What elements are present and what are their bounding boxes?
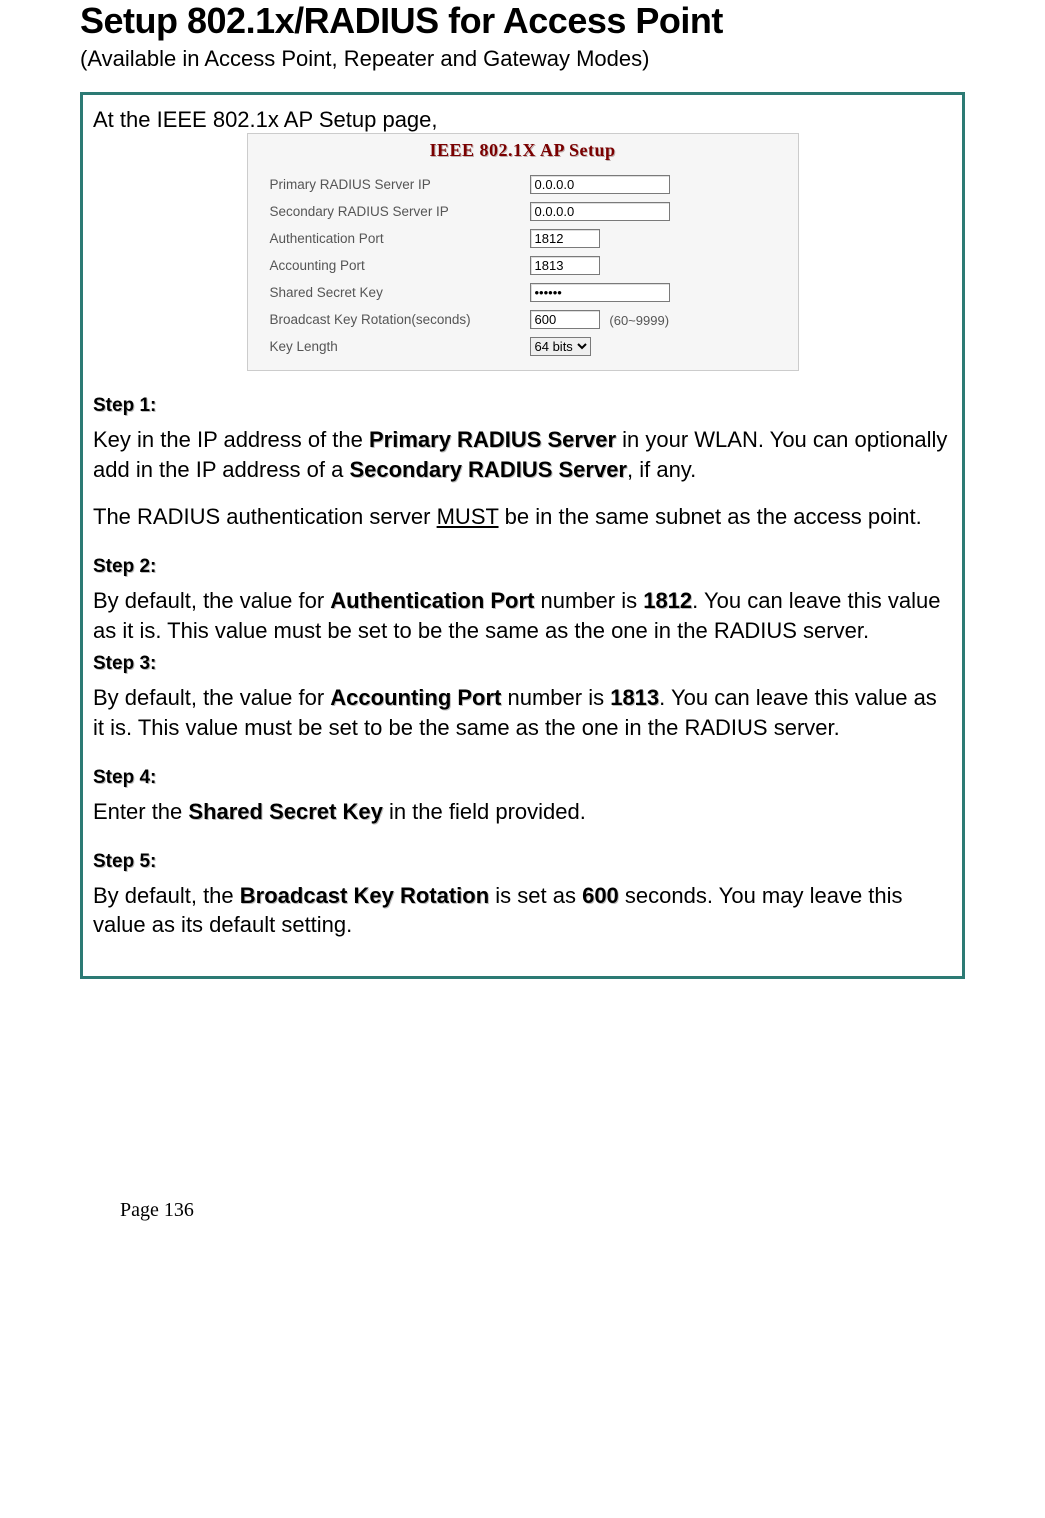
- row-secret-key: Shared Secret Key: [258, 279, 788, 306]
- step-1-label: Step 1:: [93, 395, 952, 417]
- step-2-bold-authport: Authentication Port: [330, 588, 534, 613]
- step-1-bold-secondary: Secondary RADIUS Server: [349, 457, 627, 482]
- step-2-label: Step 2:: [93, 556, 952, 578]
- row-acct-port: Accounting Port: [258, 252, 788, 279]
- step-5-text-b: is set as: [489, 883, 582, 908]
- step-3-text-b: number is: [501, 685, 610, 710]
- row-primary-radius: Primary RADIUS Server IP: [258, 171, 788, 198]
- step-4-label: Step 4:: [93, 767, 952, 789]
- step-1-text-c: , if any.: [627, 457, 696, 482]
- step-4-body: Enter the Shared Secret Key in the field…: [93, 797, 952, 827]
- step-1-bold-primary: Primary RADIUS Server: [369, 427, 616, 452]
- step-1-body: Key in the IP address of the Primary RAD…: [93, 425, 952, 484]
- ap-setup-title: IEEE 802.1X AP Setup: [258, 140, 788, 161]
- note-key-rotation-range: (60~9999): [609, 313, 669, 328]
- label-secret-key: Shared Secret Key: [258, 285, 530, 300]
- row-secondary-radius: Secondary RADIUS Server IP: [258, 198, 788, 225]
- step-5-bold-600: 600: [582, 883, 619, 908]
- label-key-rotation: Broadcast Key Rotation(seconds): [258, 312, 530, 327]
- page-subtitle: (Available in Access Point, Repeater and…: [80, 46, 965, 72]
- page-title: Setup 802.1x/RADIUS for Access Point: [80, 0, 965, 42]
- step-3-body: By default, the value for Accounting Por…: [93, 683, 952, 742]
- step-1-note-must: MUST: [437, 504, 499, 529]
- step-4-text-a: Enter the: [93, 799, 188, 824]
- step-4-bold-secret: Shared Secret Key: [188, 799, 382, 824]
- step-1-text-a: Key in the IP address of the: [93, 427, 369, 452]
- step-5-body: By default, the Broadcast Key Rotation i…: [93, 881, 952, 940]
- label-key-length: Key Length: [258, 339, 530, 354]
- page-footer: Page 136: [120, 1199, 965, 1222]
- step-5-text-a: By default, the: [93, 883, 240, 908]
- instructions-card: At the IEEE 802.1x AP Setup page, IEEE 8…: [80, 92, 965, 979]
- label-secondary-radius: Secondary RADIUS Server IP: [258, 204, 530, 219]
- step-1-note-a: The RADIUS authentication server: [93, 504, 437, 529]
- label-acct-port: Accounting Port: [258, 258, 530, 273]
- step-3-bold-1813: 1813: [610, 685, 659, 710]
- input-primary-radius[interactable]: [530, 175, 670, 194]
- step-2-text-b: number is: [534, 588, 643, 613]
- row-auth-port: Authentication Port: [258, 225, 788, 252]
- step-2-text-a: By default, the value for: [93, 588, 330, 613]
- input-secret-key[interactable]: [530, 283, 670, 302]
- row-key-rotation: Broadcast Key Rotation(seconds) (60~9999…: [258, 306, 788, 333]
- step-2-body: By default, the value for Authentication…: [93, 586, 952, 645]
- step-3-label: Step 3:: [93, 653, 952, 675]
- step-1-note-b: be in the same subnet as the access poin…: [499, 504, 922, 529]
- step-3-bold-acctport: Accounting Port: [330, 685, 501, 710]
- step-5-bold-rotation: Broadcast Key Rotation: [240, 883, 489, 908]
- select-key-length[interactable]: 64 bits: [530, 337, 591, 356]
- ap-setup-panel: IEEE 802.1X AP Setup Primary RADIUS Serv…: [247, 133, 799, 371]
- input-acct-port[interactable]: [530, 256, 600, 275]
- row-key-length: Key Length 64 bits: [258, 333, 788, 360]
- label-auth-port: Authentication Port: [258, 231, 530, 246]
- step-1-note: The RADIUS authentication server MUST be…: [93, 502, 952, 532]
- label-primary-radius: Primary RADIUS Server IP: [258, 177, 530, 192]
- input-key-rotation[interactable]: [530, 310, 600, 329]
- step-5-label: Step 5:: [93, 851, 952, 873]
- intro-text: At the IEEE 802.1x AP Setup page,: [93, 107, 952, 133]
- step-2-bold-1812: 1812: [643, 588, 692, 613]
- step-4-text-b: in the field provided.: [383, 799, 586, 824]
- input-auth-port[interactable]: [530, 229, 600, 248]
- input-secondary-radius[interactable]: [530, 202, 670, 221]
- step-3-text-a: By default, the value for: [93, 685, 330, 710]
